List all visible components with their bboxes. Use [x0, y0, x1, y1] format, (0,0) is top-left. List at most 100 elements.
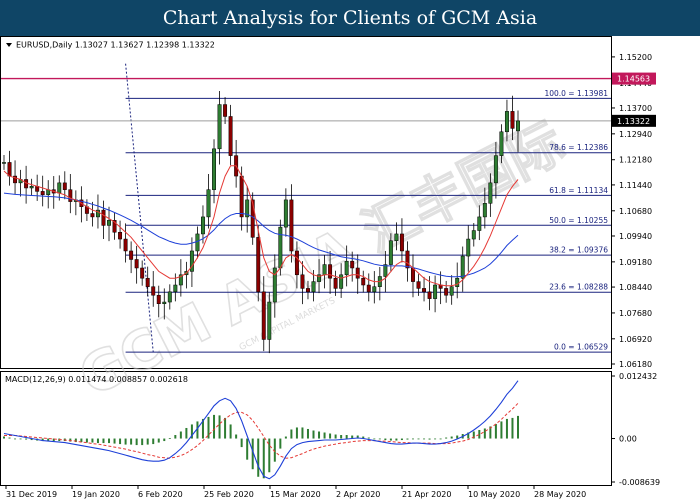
macd-histogram-bar [329, 433, 332, 439]
bullish-candle [433, 284, 438, 299]
bearish-candle [405, 250, 410, 269]
fib-level-label: 38.2 = 1.09376 [549, 246, 608, 255]
bullish-candle [449, 286, 454, 296]
macd-histogram-bar [345, 435, 348, 439]
bearish-candle [361, 277, 366, 286]
time-tick-label: 6 Feb 2020 [138, 490, 183, 499]
bullish-candle [504, 111, 509, 133]
bullish-candle [322, 264, 327, 276]
bullish-candle [57, 182, 62, 194]
macd-histogram-bar [400, 438, 403, 441]
macd-histogram-bar [483, 428, 486, 439]
time-tick-label: 28 May 2020 [534, 490, 586, 499]
price-tick-label: 1.09180 [619, 258, 652, 267]
bullish-candle [482, 203, 487, 218]
macd-histogram-bar [301, 427, 304, 439]
macd-histogram-bar [384, 438, 387, 441]
macd-histogram-bar [279, 438, 282, 449]
price-chart-header: EURUSD,Daily 1.13027 1.13627 1.12398 1.1… [16, 41, 215, 50]
macd-histogram-bar [517, 415, 519, 439]
price-tick-label: 1.11440 [619, 181, 652, 190]
bearish-candle [40, 191, 45, 196]
bearish-candle [366, 284, 371, 293]
macd-histogram-bar [152, 438, 155, 445]
price-tick-label: 1.15200 [619, 53, 652, 62]
bullish-candle [466, 238, 471, 257]
macd-histogram-bar [367, 437, 370, 439]
macd-histogram-bar [312, 430, 315, 439]
time-tick-label: 19 Jan 2020 [72, 490, 120, 499]
macd-header: MACD(12,26,9) 0.011474 0.008857 0.002618 [5, 375, 188, 384]
macd-histogram-bar [428, 438, 431, 440]
bearish-candle [134, 259, 139, 269]
bullish-candle [488, 182, 493, 204]
bearish-candle [333, 277, 338, 289]
macd-histogram-bar [434, 438, 437, 440]
bullish-candle [493, 155, 498, 184]
macd-histogram-bar [411, 438, 414, 440]
macd-histogram-bar [323, 432, 326, 439]
macd-histogram-bar [141, 438, 144, 446]
time-tick-label: 10 May 2020 [468, 490, 520, 499]
bearish-candle [422, 288, 427, 293]
bearish-candle [294, 250, 299, 276]
bearish-candle [68, 189, 73, 202]
bullish-candle [283, 199, 288, 228]
bearish-candle [123, 238, 128, 252]
bullish-candle [477, 216, 482, 231]
bearish-candle [129, 250, 134, 260]
bullish-candle [455, 277, 460, 287]
macd-histogram-bar [262, 438, 265, 479]
bearish-candle [90, 213, 95, 218]
macd-histogram-bar [179, 431, 182, 439]
time-tick-label: 21 Apr 2020 [402, 490, 451, 499]
price-tick-label: 1.12940 [619, 130, 652, 139]
bullish-candle [162, 301, 167, 304]
macd-histogram-bar [306, 428, 309, 439]
macd-axis: 0.012432 0.00 -0.008639 [611, 372, 660, 487]
time-tick-label: 31 Dec 2019 [6, 490, 57, 499]
bullish-candle [173, 284, 178, 293]
bearish-candle [350, 260, 355, 269]
macd-histogram-bar [108, 438, 111, 444]
macd-histogram-bar [340, 435, 343, 439]
macd-histogram-bar [168, 438, 171, 439]
price-tick-label: 1.08440 [619, 283, 652, 292]
bullish-candle [278, 226, 283, 269]
chart-canvas[interactable]: GCM ASIA 汇丰国际 GCM CAPITAL MARKETS 100.0 … [0, 36, 700, 500]
bullish-candle [388, 240, 393, 265]
bearish-candle [261, 291, 266, 340]
macd-histogram-bar [130, 438, 133, 445]
bullish-candle [460, 255, 465, 279]
macd-histogram-bar [124, 438, 127, 445]
macd-histogram-bar [290, 429, 293, 439]
macd-histogram-bar [450, 436, 453, 439]
macd-histogram-bar [113, 438, 116, 444]
bearish-candle [416, 281, 421, 289]
bearish-candle [256, 237, 261, 293]
bearish-candle [239, 175, 244, 218]
bullish-candle [344, 260, 349, 276]
fib-level-label: 78.6 = 1.12386 [549, 143, 608, 152]
bearish-candle [228, 116, 233, 156]
fib-level-label: 100.0 = 1.13981 [544, 89, 608, 98]
macd-histogram-bar [395, 438, 398, 441]
macd-histogram-bar [373, 438, 376, 440]
macd-histogram-bar [185, 427, 188, 439]
price-tick-label: 1.07680 [619, 309, 652, 318]
bullish-candle [217, 104, 222, 150]
bearish-candle [118, 231, 123, 240]
bearish-candle [328, 264, 333, 279]
bearish-candle [223, 104, 228, 117]
macd-histogram-bar [102, 438, 105, 444]
bullish-candle [516, 120, 520, 132]
macd-histogram-bar [91, 438, 94, 443]
page-title: Chart Analysis for Clients of GCM Asia [162, 7, 538, 29]
fib-level-label: 50.0 = 1.10255 [549, 216, 608, 225]
bullish-candle [499, 131, 504, 156]
macd-tick-label: 0.00 [619, 435, 637, 444]
bearish-candle [156, 294, 161, 304]
macd-histogram-bar [213, 414, 216, 439]
macd-histogram-bar [240, 438, 243, 448]
bullish-candle [195, 233, 200, 252]
